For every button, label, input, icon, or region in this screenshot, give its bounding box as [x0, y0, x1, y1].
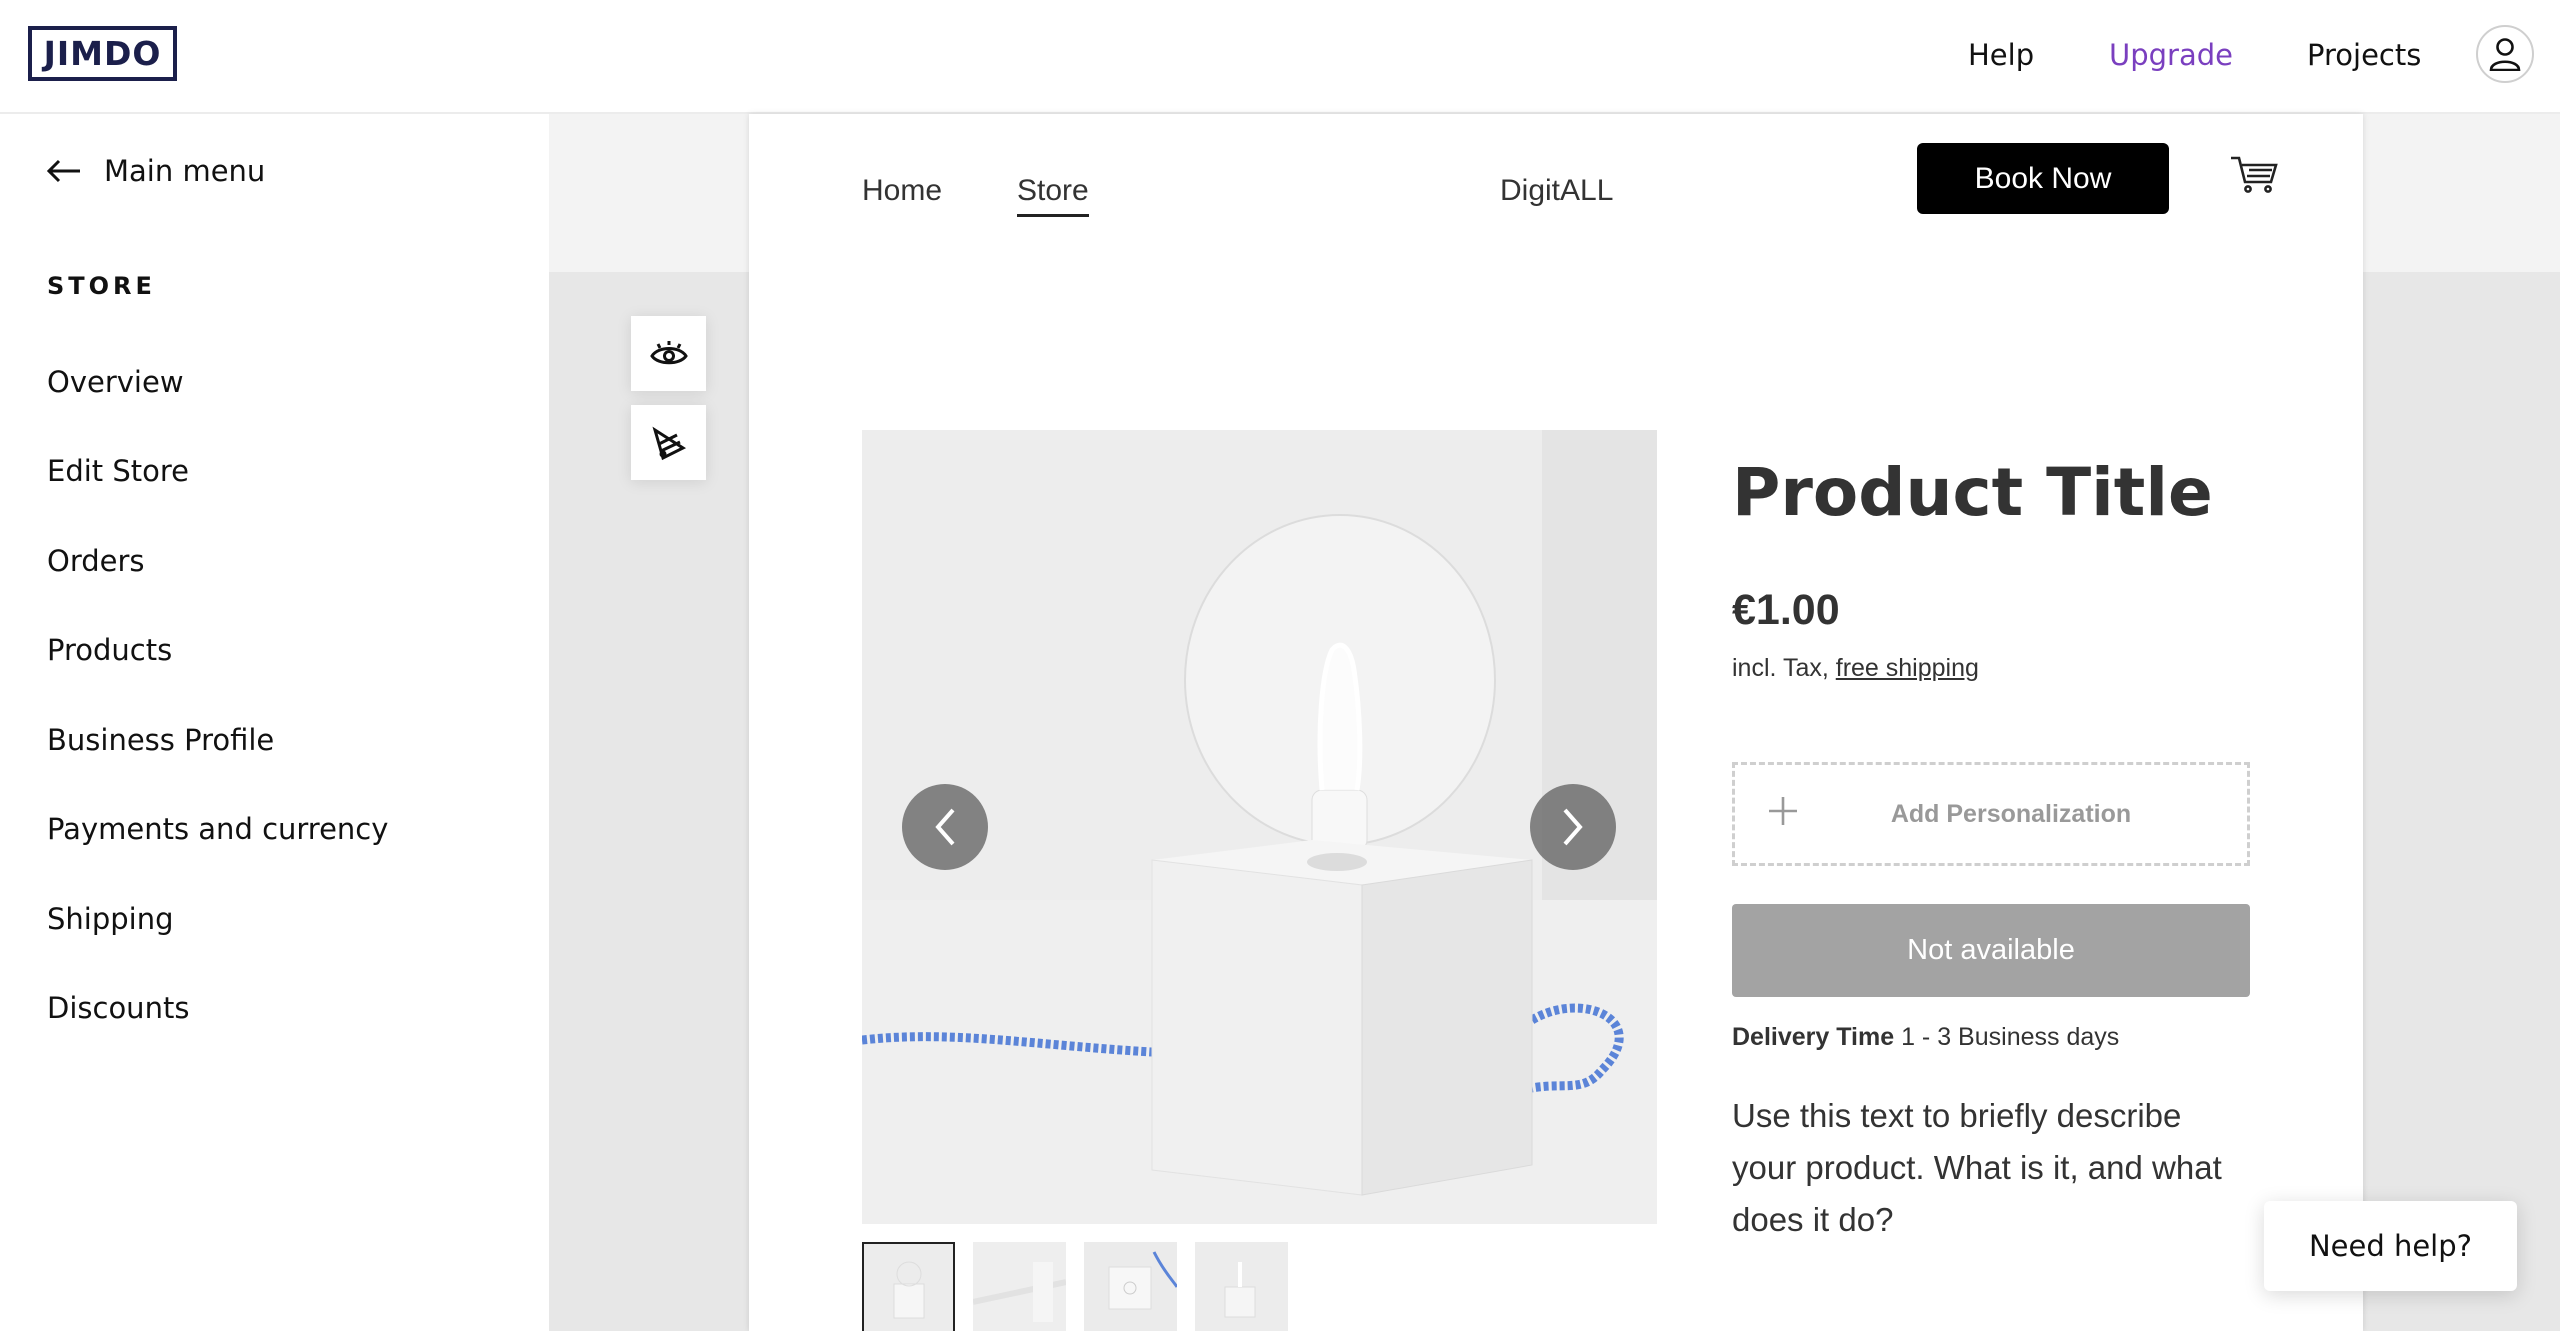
product-title[interactable]: Product Title: [1732, 454, 2213, 531]
jimdo-logo[interactable]: JIMDO: [28, 26, 177, 81]
thumbnail-4[interactable]: [1195, 1242, 1288, 1331]
paint-palette-icon: [651, 426, 686, 460]
site-brand[interactable]: DigitALL: [1500, 174, 1613, 208]
help-link[interactable]: Help: [1968, 38, 2034, 72]
projects-link[interactable]: Projects: [2307, 38, 2421, 72]
thumbnail-3[interactable]: [1084, 1242, 1177, 1331]
editor-tools: [631, 316, 706, 480]
sidebar-item-products[interactable]: Products: [47, 633, 172, 667]
sidebar-item-overview[interactable]: Overview: [47, 365, 184, 399]
main-menu-back-button[interactable]: Main menu: [46, 154, 265, 188]
sidebar-item-shipping[interactable]: Shipping: [47, 902, 174, 936]
preview-button[interactable]: [631, 316, 706, 391]
free-shipping-link[interactable]: free shipping: [1836, 654, 1979, 682]
user-icon[interactable]: [2476, 25, 2534, 83]
upgrade-link[interactable]: Upgrade: [2109, 38, 2233, 72]
need-help-button[interactable]: Need help?: [2264, 1201, 2517, 1291]
site-nav-store[interactable]: Store: [1017, 174, 1089, 217]
delivery-value: 1 - 3 Business days: [1894, 1023, 2120, 1051]
thumbnail-2[interactable]: [973, 1242, 1066, 1331]
chevron-right-icon: [1563, 808, 1583, 846]
eye-icon: [649, 340, 688, 364]
delivery-time: Delivery Time 1 - 3 Business days: [1732, 1023, 2119, 1052]
sidebar-item-discounts[interactable]: Discounts: [47, 991, 189, 1025]
thumbnail-1[interactable]: [862, 1242, 955, 1331]
sidebar: Main menu STORE Overview Edit Store Orde…: [0, 114, 549, 1331]
main-menu-label: Main menu: [104, 154, 266, 188]
top-bar: JIMDO Help Upgrade Projects: [0, 0, 2560, 114]
arrow-left-icon: [46, 159, 80, 183]
next-image-button[interactable]: [1530, 784, 1616, 870]
product-description[interactable]: Use this text to briefly describe your p…: [1732, 1090, 2252, 1246]
tax-note: incl. Tax, free shipping: [1732, 654, 1979, 683]
prev-image-button[interactable]: [902, 784, 988, 870]
cart-icon[interactable]: [2229, 154, 2279, 199]
product-image[interactable]: [862, 430, 1657, 1224]
section-title: STORE: [47, 272, 156, 300]
delivery-label: Delivery Time: [1732, 1023, 1895, 1051]
tax-note-text: incl. Tax,: [1732, 654, 1836, 682]
book-now-button[interactable]: Book Now: [1917, 143, 2169, 214]
add-personalization-button[interactable]: Add Personalization: [1732, 762, 2250, 866]
site-nav-home[interactable]: Home: [862, 174, 942, 208]
sidebar-item-orders[interactable]: Orders: [47, 544, 145, 578]
not-available-button[interactable]: Not available: [1732, 904, 2250, 997]
sidebar-item-edit-store[interactable]: Edit Store: [47, 454, 189, 488]
sidebar-item-payments[interactable]: Payments and currency: [47, 812, 388, 846]
thumbnail-strip: [862, 1242, 1288, 1331]
chevron-left-icon: [935, 808, 955, 846]
design-button[interactable]: [631, 405, 706, 480]
sidebar-item-business-profile[interactable]: Business Profile: [47, 723, 274, 757]
add-personalization-label: Add Personalization: [1890, 799, 2132, 828]
site-preview: Home Store DigitALL Book Now Product Tit…: [749, 114, 2363, 1331]
product-price: €1.00: [1732, 586, 1840, 634]
plus-icon: [1769, 797, 1797, 825]
